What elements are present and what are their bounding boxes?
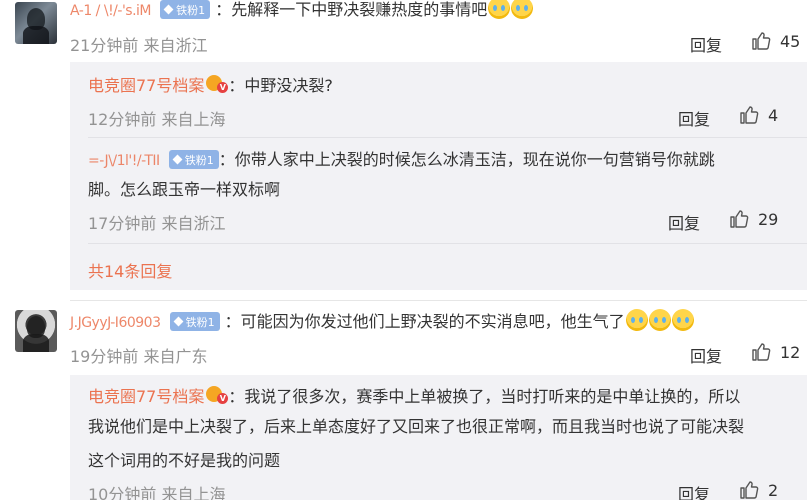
crying-emoji-icon bbox=[511, 0, 534, 19]
reply-list: 电竞圈77号档案 V ：我说了很多次，赛季中上单被换了，当时打听来的是中单让换的，所… bbox=[70, 375, 807, 500]
reply-header: =-J\/1l'!/-TII 铁粉1 ：你带人家中上决裂的时候怎么冰清玉洁，现在说… bbox=[88, 146, 715, 174]
username[interactable]: 电竞圈77号档案 bbox=[88, 387, 204, 406]
reply-text: ：我说了很多次，赛季中上单被换了，当时打听来的是中单让换的，所以 bbox=[228, 387, 741, 406]
username[interactable]: 电竞圈77号档案 bbox=[88, 76, 204, 95]
divider bbox=[88, 243, 807, 244]
thumbs-up-icon bbox=[740, 481, 759, 499]
thumbs-up-icon bbox=[752, 32, 771, 50]
like-count: 45 bbox=[780, 31, 801, 51]
more-replies-link[interactable]: 共14条回复 bbox=[88, 258, 172, 282]
like-button[interactable]: 29 bbox=[729, 209, 778, 229]
username[interactable]: =-J\/1l'!/-TII bbox=[88, 153, 160, 169]
reply-text: ：你带人家中上决裂的时候怎么冰清玉洁，现在说你一句营销号你就跳 bbox=[218, 150, 715, 169]
like-count: 4 bbox=[768, 105, 779, 125]
thumbs-up-icon bbox=[740, 106, 759, 124]
reply-button[interactable]: 回复 bbox=[668, 210, 700, 234]
crying-emoji-icon bbox=[648, 309, 671, 331]
divider bbox=[88, 137, 807, 138]
reply-button[interactable]: 回复 bbox=[690, 32, 722, 56]
username[interactable]: A-1 / \!/-'s.iM bbox=[70, 3, 152, 19]
reply-text-continued: 我说他们是中上决裂了，后来上单态度好了又回来了也很正常啊，而且我当时也说了可能决… bbox=[88, 417, 745, 436]
like-button[interactable]: 4 bbox=[739, 105, 778, 125]
like-count: 12 bbox=[780, 342, 801, 362]
comment-header: J.JGyyJ-I60903 铁粉1 ：可能因为你发过他们上野决裂的不实消息吧，… bbox=[70, 308, 694, 336]
fan-badge: 铁粉1 bbox=[168, 150, 219, 169]
verified-v-icon: V bbox=[206, 384, 229, 404]
comment-item: A-1 / \!/-'s.iM 铁粉1 ：先解释一下中野决裂赚热度的事情吧 21… bbox=[0, 0, 807, 290]
comment-text: ：先解释一下中野决裂赚热度的事情吧 bbox=[215, 0, 488, 19]
fan-badge: 铁粉1 bbox=[160, 0, 211, 19]
diamond-icon bbox=[173, 316, 184, 327]
reply-button[interactable]: 回复 bbox=[678, 106, 710, 130]
like-count: 2 bbox=[768, 480, 779, 500]
comment-meta: 19分钟前 来自广东 bbox=[70, 347, 208, 366]
reply-button[interactable]: 回复 bbox=[690, 343, 722, 367]
thumbs-up-icon bbox=[752, 343, 771, 361]
reply-meta: 17分钟前 来自浙江 bbox=[88, 214, 226, 233]
reply-header: 电竞圈77号档案 V ：我说了很多次，赛季中上单被换了，当时打听来的是中单让换的，所… bbox=[88, 383, 740, 411]
reply-text: ：中野没决裂? bbox=[228, 76, 333, 95]
avatar[interactable] bbox=[15, 2, 57, 44]
comment-text: ：可能因为你发过他们上野决裂的不实消息吧，他生气了 bbox=[224, 312, 625, 331]
comment-divider bbox=[70, 300, 807, 301]
comment-item: J.JGyyJ-I60903 铁粉1 ：可能因为你发过他们上野决裂的不实消息吧，… bbox=[0, 305, 807, 500]
like-button[interactable]: 45 bbox=[751, 31, 800, 51]
diamond-icon bbox=[172, 154, 183, 165]
reply-list: 电竞圈77号档案 V ：中野没决裂? 12分钟前 来自上海 回复 4 =-J\/1l… bbox=[70, 62, 807, 290]
like-count: 29 bbox=[758, 209, 779, 229]
reply-text-continued: 脚。怎么跟玉帝一样双标啊 bbox=[88, 180, 281, 199]
verified-v-icon: V bbox=[206, 73, 229, 93]
like-button[interactable]: 12 bbox=[751, 342, 800, 362]
crying-emoji-icon bbox=[625, 309, 648, 331]
comment-header: A-1 / \!/-'s.iM 铁粉1 ：先解释一下中野决裂赚热度的事情吧 bbox=[70, 0, 534, 24]
like-button[interactable]: 2 bbox=[739, 480, 778, 500]
reply-button[interactable]: 回复 bbox=[678, 481, 710, 500]
comment-meta: 21分钟前 来自浙江 bbox=[70, 36, 208, 55]
crying-emoji-icon bbox=[671, 309, 694, 331]
thumbs-up-icon bbox=[730, 210, 749, 228]
avatar[interactable] bbox=[15, 310, 57, 352]
reply-meta: 10分钟前 来自上海 bbox=[88, 485, 226, 500]
diamond-icon bbox=[163, 4, 174, 15]
fan-badge: 铁粉1 bbox=[169, 312, 220, 331]
crying-emoji-icon bbox=[488, 0, 511, 19]
reply-header: 电竞圈77号档案 V ：中野没决裂? bbox=[88, 72, 333, 100]
reply-text-continued: 这个词用的不好是我的问题 bbox=[88, 451, 281, 470]
username[interactable]: J.JGyyJ-I60903 bbox=[70, 315, 161, 331]
reply-meta: 12分钟前 来自上海 bbox=[88, 110, 226, 129]
